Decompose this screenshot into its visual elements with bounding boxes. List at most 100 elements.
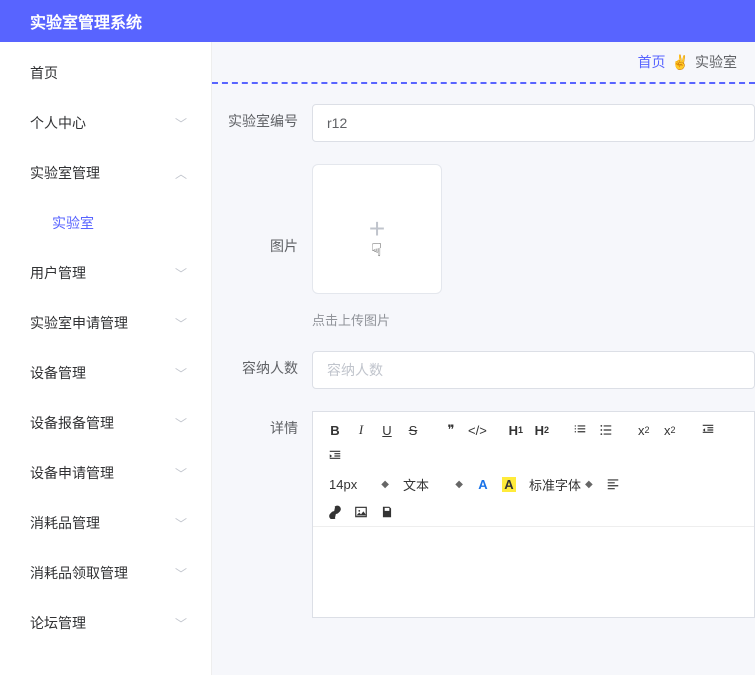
indent-increase-button[interactable] xyxy=(323,444,347,468)
chevron-down-icon: ﹀ xyxy=(175,115,187,132)
caret-icon: ◆ xyxy=(455,479,463,490)
sidebar-item-consumable-mgmt[interactable]: 消耗品管理 ﹀ xyxy=(0,498,211,548)
sidebar-item-label: 实验室申请管理 xyxy=(30,313,128,333)
bg-color-icon: A xyxy=(502,477,515,492)
sidebar-item-home[interactable]: 首页 xyxy=(0,48,211,98)
ordered-list-button[interactable] xyxy=(568,418,592,442)
sidebar-subitem-lab[interactable]: 实验室 xyxy=(0,198,211,248)
sidebar-item-label: 个人中心 xyxy=(30,113,86,133)
chevron-down-icon: ﹀ xyxy=(175,415,187,432)
superscript-button[interactable]: x2 xyxy=(658,418,682,442)
chevron-down-icon: ﹀ xyxy=(175,465,187,482)
rich-text-editor: B I U S ❞ </> H1 H2 xyxy=(312,411,755,618)
upload-hint: 点击上传图片 xyxy=(312,310,755,329)
subscript-button[interactable]: x2 xyxy=(632,418,656,442)
image-upload-box[interactable]: + ☟ xyxy=(312,164,442,294)
chevron-down-icon: ﹀ xyxy=(175,365,187,382)
input-lab-no[interactable] xyxy=(312,104,755,142)
text-color-icon: A xyxy=(478,477,487,492)
breadcrumb: 首页 ✌ 实验室 xyxy=(212,42,755,82)
sidebar-item-forum-mgmt[interactable]: 论坛管理 ﹀ xyxy=(0,598,211,648)
indent-inc-icon xyxy=(328,449,342,463)
save-icon xyxy=(380,505,394,519)
font-size-value: 14px xyxy=(329,477,357,492)
plus-icon: + xyxy=(369,213,385,245)
block-format-select[interactable]: 文本 ◆ xyxy=(397,472,469,496)
sidebar-item-label: 论坛管理 xyxy=(30,613,86,633)
sidebar-item-label: 设备申请管理 xyxy=(30,463,114,483)
chevron-down-icon: ﹀ xyxy=(175,265,187,282)
breadcrumb-home[interactable]: 首页 xyxy=(638,52,666,72)
caret-icon: ◆ xyxy=(585,479,593,490)
sidebar-item-consumable-take[interactable]: 消耗品领取管理 ﹀ xyxy=(0,548,211,598)
strike-button[interactable]: S xyxy=(401,418,425,442)
indent-decrease-button[interactable] xyxy=(696,418,720,442)
h1-button[interactable]: H1 xyxy=(504,418,528,442)
align-icon xyxy=(606,477,620,491)
sidebar-item-device-report[interactable]: 设备报备管理 ﹀ xyxy=(0,398,211,448)
form-row-lab-no: 实验室编号 xyxy=(212,104,755,142)
editor-body[interactable] xyxy=(313,527,754,617)
font-family-value: 标准字体 xyxy=(529,475,581,494)
underline-button[interactable]: U xyxy=(375,418,399,442)
breadcrumb-sep-icon: ✌ xyxy=(672,54,689,71)
font-family-select[interactable]: 标准字体 ◆ xyxy=(523,472,599,496)
label-capacity: 容纳人数 xyxy=(212,351,312,379)
chevron-up-icon: ︿ xyxy=(175,165,187,182)
form-area: 实验室编号 图片 + ☟ 点击上传图片 容纳人数 xyxy=(212,104,755,618)
sidebar-item-label: 实验室管理 xyxy=(30,163,100,183)
label-lab-no: 实验室编号 xyxy=(212,104,312,132)
h2-button[interactable]: H2 xyxy=(530,418,554,442)
form-row-detail: 详情 B I U S ❞ </> H1 H2 xyxy=(212,411,755,618)
bg-color-button[interactable]: A xyxy=(497,472,521,496)
block-format-value: 文本 xyxy=(403,475,429,494)
label-image: 图片 xyxy=(212,237,312,257)
link-icon xyxy=(328,505,342,519)
sidebar-item-label: 设备管理 xyxy=(30,363,86,383)
breadcrumb-current: 实验室 xyxy=(695,52,737,72)
editor-toolbar: B I U S ❞ </> H1 H2 xyxy=(313,412,754,527)
input-capacity[interactable] xyxy=(312,351,755,389)
sidebar-item-user-mgmt[interactable]: 用户管理 ﹀ xyxy=(0,248,211,298)
list-ul-icon xyxy=(599,423,613,437)
sidebar-item-personal[interactable]: 个人中心 ﹀ xyxy=(0,98,211,148)
sidebar-item-device-apply[interactable]: 设备申请管理 ﹀ xyxy=(0,448,211,498)
sidebar-item-label: 实验室 xyxy=(52,213,94,233)
sidebar-item-lab-mgmt[interactable]: 实验室管理 ︿ xyxy=(0,148,211,198)
bold-button[interactable]: B xyxy=(323,418,347,442)
sidebar: 首页 个人中心 ﹀ 实验室管理 ︿ 实验室 用户管理 ﹀ 实验室申请管理 ﹀ 设… xyxy=(0,42,212,675)
divider xyxy=(212,82,755,84)
code-button[interactable]: </> xyxy=(465,418,490,442)
main-container: 首页 个人中心 ﹀ 实验室管理 ︿ 实验室 用户管理 ﹀ 实验室申请管理 ﹀ 设… xyxy=(0,42,755,675)
chevron-down-icon: ﹀ xyxy=(175,565,187,582)
indent-dec-icon xyxy=(701,423,715,437)
chevron-down-icon: ﹀ xyxy=(175,615,187,632)
quote-button[interactable]: ❞ xyxy=(439,418,463,442)
chevron-down-icon: ﹀ xyxy=(175,315,187,332)
app-title: 实验室管理系统 xyxy=(30,9,142,33)
sidebar-item-label: 消耗品管理 xyxy=(30,513,100,533)
sidebar-item-label: 用户管理 xyxy=(30,263,86,283)
sidebar-item-label: 首页 xyxy=(30,63,58,83)
text-color-button[interactable]: A xyxy=(471,472,495,496)
label-detail: 详情 xyxy=(212,411,312,439)
form-row-image: 图片 + ☟ 点击上传图片 xyxy=(212,164,755,329)
sidebar-item-label: 消耗品领取管理 xyxy=(30,563,128,583)
list-ol-icon xyxy=(573,423,587,437)
unordered-list-button[interactable] xyxy=(594,418,618,442)
sidebar-item-label: 设备报备管理 xyxy=(30,413,114,433)
main-panel: 首页 ✌ 实验室 实验室编号 图片 + ☟ 点击上传图片 xyxy=(212,42,755,675)
chevron-down-icon: ﹀ xyxy=(175,515,187,532)
top-bar: 实验室管理系统 xyxy=(0,0,755,42)
caret-icon: ◆ xyxy=(381,479,389,490)
form-row-capacity: 容纳人数 xyxy=(212,351,755,389)
sidebar-item-device-mgmt[interactable]: 设备管理 ﹀ xyxy=(0,348,211,398)
italic-button[interactable]: I xyxy=(349,418,373,442)
save-button[interactable] xyxy=(375,500,399,524)
align-button[interactable] xyxy=(601,472,625,496)
link-button[interactable] xyxy=(323,500,347,524)
sidebar-item-lab-apply[interactable]: 实验室申请管理 ﹀ xyxy=(0,298,211,348)
image-button[interactable] xyxy=(349,500,373,524)
image-icon xyxy=(354,505,368,519)
font-size-select[interactable]: 14px ◆ xyxy=(323,472,395,496)
